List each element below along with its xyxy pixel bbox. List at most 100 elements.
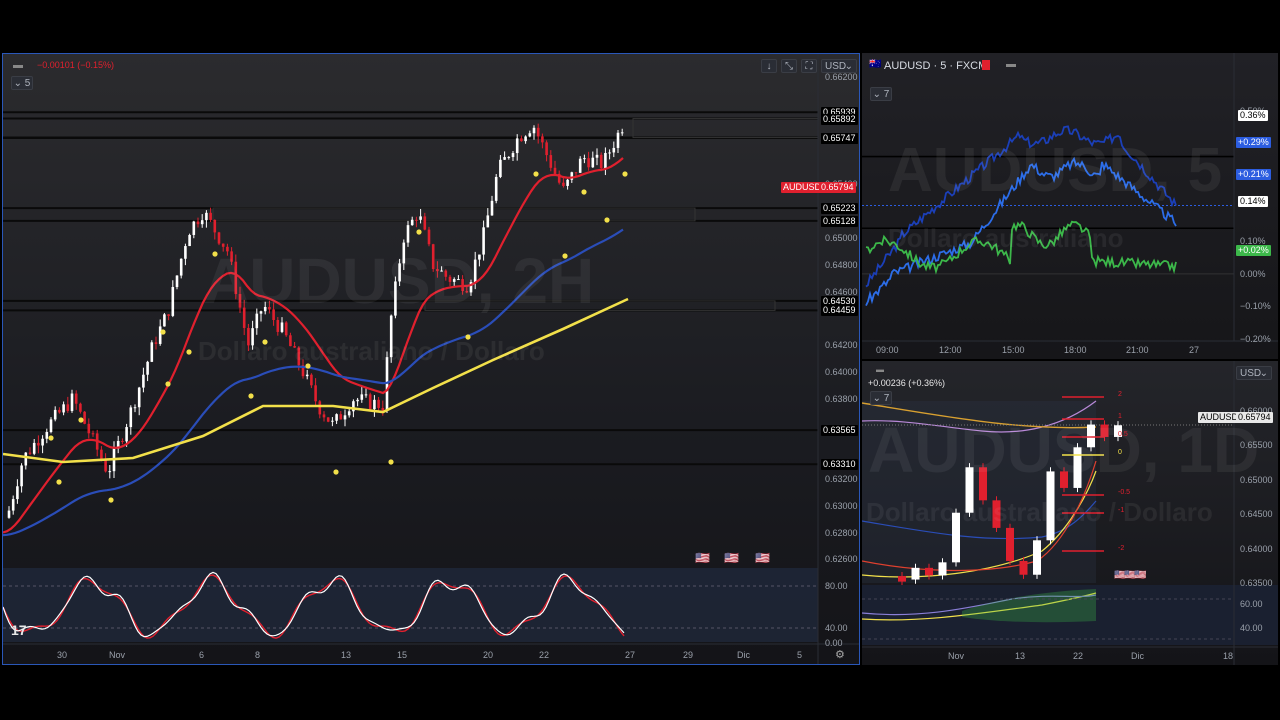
main-chart-panel[interactable]: AUDUSD, 2H Dollaro australiano / Dollaro… — [2, 53, 860, 665]
fractal-dot — [416, 229, 422, 235]
price-tick: 0.66400 — [823, 54, 859, 57]
fullscreen-button[interactable]: ⛶ — [801, 59, 817, 73]
candle-body — [599, 154, 603, 169]
candle-body — [83, 411, 86, 424]
candle-body — [562, 182, 565, 186]
candle-body — [104, 459, 107, 472]
candle-body — [125, 427, 128, 442]
candle-body — [318, 401, 322, 415]
arrow-down-icon: ↓ — [766, 61, 772, 72]
left-change: −0.00101 (−0.15%) — [37, 60, 115, 70]
candle-body — [486, 215, 490, 228]
scroll-down-button[interactable]: ↓ — [761, 59, 777, 73]
daily-chart-panel[interactable]: AUDUSD, 1D Dollaro australiano / Dollaro… — [862, 361, 1278, 665]
br-currency-label: USD — [1240, 368, 1262, 379]
time-tick: 13 — [341, 650, 352, 660]
currency-select[interactable]: USD ⌄ — [821, 59, 857, 73]
candle-body — [427, 229, 431, 245]
candle-body — [137, 387, 141, 408]
br-currency-select[interactable]: USD ⌄ — [1236, 366, 1272, 380]
tag-021: +0.21% — [1236, 169, 1271, 180]
candle-body — [368, 394, 372, 410]
fractal-dot — [581, 189, 587, 195]
candle-body — [360, 394, 364, 400]
price-tick: 0.65500 — [1240, 440, 1273, 451]
candle-body — [284, 322, 288, 336]
candle-body — [541, 136, 544, 143]
settings-gear-icon[interactable]: ⚙ — [835, 648, 845, 661]
time-tick: 27 — [625, 650, 636, 660]
time-tick: 15 — [397, 650, 408, 660]
collapse-icon[interactable]: ▬ — [876, 365, 884, 374]
candle-body — [100, 449, 103, 460]
event-flag-icon[interactable]: 🇺🇸 — [755, 551, 770, 565]
daily-candle-body — [1033, 540, 1041, 575]
daily-candle-body — [1006, 527, 1014, 561]
fractal-dot — [160, 329, 166, 335]
tag-036: 0.36% — [1238, 110, 1268, 121]
collapse-icon[interactable]: ▬ — [1006, 59, 1016, 70]
zone-box — [212, 207, 696, 222]
event-flag-icon[interactable]: 🇺🇸 — [724, 551, 739, 565]
candle-body — [326, 417, 330, 422]
br-change: +0.00236 (+0.36%) — [868, 378, 946, 388]
tr-interval-toggle[interactable]: ⌄ 7 — [870, 87, 892, 101]
tr-watermark-name: Dollaro australiano — [888, 223, 1124, 253]
tag-002: +0.02% — [1236, 245, 1271, 256]
fractal-dot — [56, 479, 62, 485]
candle-body — [11, 499, 15, 511]
fullscreen-icon: ⛶ — [805, 61, 813, 72]
price-tick: 0.64800 — [825, 259, 858, 270]
price-tick: 0.62600 — [825, 554, 858, 565]
candle-body — [200, 220, 204, 225]
candle-body — [91, 433, 95, 435]
candle-body — [503, 157, 506, 160]
tr-title[interactable]: AUDUSD · 5 · FXCM — [884, 60, 987, 72]
tradingview-logo: 17 — [11, 622, 27, 638]
time-tick: 21:00 — [1126, 345, 1149, 355]
candle-body — [494, 176, 498, 201]
left-interval-toggle[interactable]: ⌄ 5 — [11, 76, 33, 90]
br-interval-badge: 7 — [883, 393, 890, 404]
candle-body — [154, 342, 158, 344]
collapse-icon[interactable]: ▬ — [13, 60, 23, 71]
percent-tick: −0.10% — [1240, 301, 1271, 312]
daily-candle-body — [938, 562, 947, 576]
daily-candle-body — [925, 567, 933, 576]
price-tick: 0.64000 — [1240, 543, 1273, 554]
left-watermark-symbol: AUDUSD, 2H — [203, 245, 595, 317]
candle-body — [520, 138, 523, 142]
shrink-icon: ⤡ — [785, 61, 793, 72]
candle-body — [167, 314, 170, 316]
daily-candle-body — [911, 567, 920, 580]
collapse-button[interactable]: ⤡ — [781, 59, 797, 73]
candle-body — [28, 452, 32, 454]
candle-body — [490, 200, 494, 216]
bookmark-icon[interactable] — [982, 60, 990, 70]
time-tick: 6 — [199, 650, 205, 660]
candle-body — [373, 399, 376, 410]
br-interval-toggle[interactable]: ⌄ 7 — [870, 391, 892, 405]
intraday-chart-panel[interactable]: AUDUSD, 5 Dollaro australiano 🇦🇺 AUDUSD … — [862, 53, 1278, 359]
time-tick: 27 — [1189, 345, 1200, 355]
br-symbol-tag: AUDUSD — [1198, 412, 1241, 423]
candle-body — [192, 221, 196, 235]
candle-body — [616, 132, 620, 148]
fib-label: -2 — [1118, 545, 1125, 552]
price-tick: 0.65747 — [821, 132, 858, 144]
br-symbol-price-tag: 0.65794 — [1236, 412, 1273, 423]
candle-body — [179, 258, 183, 276]
candle-body — [20, 465, 23, 487]
intraday-comparison-chart[interactable] — [862, 53, 1278, 359]
br-watermark-name: Dollaro australiano / Dollaro — [866, 497, 1213, 527]
event-flag-icon[interactable]: 🇺🇸 — [695, 551, 710, 565]
candle-body — [604, 152, 607, 169]
candle-body — [339, 414, 343, 420]
event-flag-icon[interactable]: 🇺🇸 — [1134, 570, 1146, 581]
candle-body — [406, 225, 410, 243]
fib-label: 2 — [1118, 391, 1122, 398]
fractal-dot — [533, 171, 539, 177]
candle-body — [620, 132, 624, 134]
candle-body — [595, 154, 599, 158]
candle-body — [213, 219, 217, 233]
